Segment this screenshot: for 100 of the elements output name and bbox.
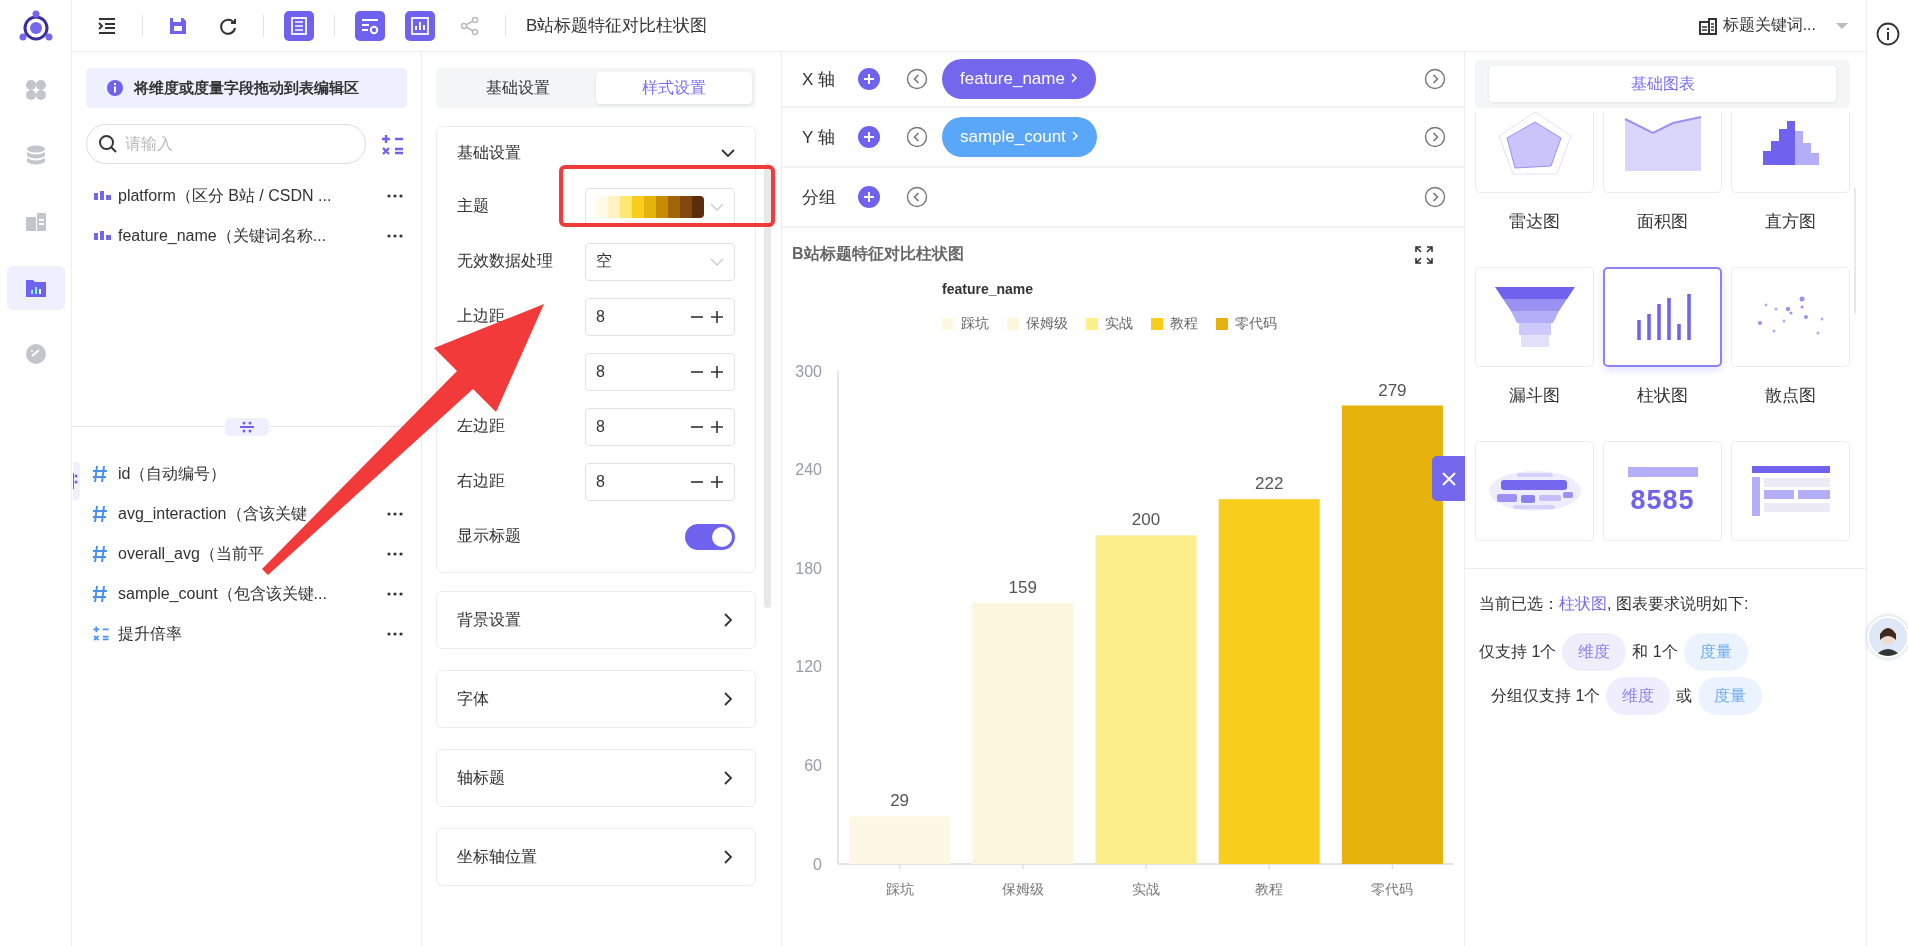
chart-type-card[interactable] [1603, 267, 1722, 367]
field-item[interactable]: overall_avg（当前平 [86, 534, 407, 574]
value-label: 159 [1008, 577, 1037, 597]
settings-card[interactable]: 轴标题 [436, 749, 756, 807]
legend-label[interactable]: 零代码 [1235, 315, 1277, 333]
scrollbar[interactable] [764, 163, 771, 608]
scroll-left-button[interactable] [906, 126, 928, 148]
tick-label: 60 [804, 756, 822, 774]
field-item[interactable]: sample_count（包含该关键... [86, 574, 407, 614]
chevron-down-icon [710, 201, 724, 212]
calculated-field-button[interactable] [380, 132, 405, 156]
legend-label[interactable]: 保姆级 [1026, 315, 1068, 333]
settings-card[interactable]: 坐标轴位置 [436, 828, 756, 886]
select-field[interactable]: 空 [585, 242, 735, 281]
number-type-icon [92, 585, 108, 603]
resize-handle[interactable] [224, 418, 269, 436]
collapse-button[interactable] [1432, 456, 1465, 501]
axis-label: X 轴 [802, 68, 837, 91]
calculator-icon [380, 132, 405, 156]
settings-tab[interactable]: 样式设置 [596, 72, 752, 104]
legend-label[interactable]: 实战 [1105, 315, 1133, 333]
histogram-icon [1762, 121, 1819, 165]
plus-icon[interactable] [710, 364, 724, 379]
more-icon[interactable] [387, 552, 403, 556]
plus-icon[interactable] [710, 309, 724, 324]
chevron-right-icon [1069, 72, 1078, 84]
setting-label: 上边距 [457, 306, 506, 326]
dimension-tag: 维度 [1562, 633, 1627, 671]
plus-icon [858, 186, 880, 208]
number-field[interactable]: 8 [585, 352, 735, 391]
word-cloud-icon [1486, 468, 1583, 514]
more-icon[interactable] [387, 592, 403, 596]
more-icon[interactable] [387, 512, 403, 516]
search-icon [98, 134, 118, 154]
plus-icon[interactable] [710, 474, 724, 489]
number-field[interactable]: 8 [585, 462, 735, 501]
field-item[interactable]: platform（区分 B站 / CSDN ... [86, 176, 407, 216]
kpi-value: 8585 [1630, 484, 1695, 516]
dataset-select[interactable]: 标题关键词... [1698, 15, 1848, 36]
field-item[interactable]: feature_name（关键词名称... [86, 216, 407, 256]
setting-label: 左边距 [457, 416, 506, 436]
note-text: 当前已选： [1479, 593, 1559, 614]
legend-label[interactable]: 踩坑 [961, 315, 989, 333]
tick-label: 120 [795, 658, 822, 676]
field-item[interactable]: 提升倍率 [86, 614, 407, 654]
more-icon[interactable] [387, 632, 403, 636]
dashboard-icon [23, 210, 48, 234]
settings-card[interactable]: 背景设置 [436, 591, 756, 649]
chart-button[interactable] [405, 10, 435, 41]
legend-title: feature_name [942, 281, 1035, 297]
plus-icon[interactable] [710, 419, 724, 434]
chart-category-tab[interactable]: 基础图表 [1489, 66, 1836, 102]
kpi-bar-icon [1627, 466, 1698, 477]
selected-chart-link[interactable]: 柱状图 [1559, 593, 1607, 615]
settings-button[interactable] [355, 10, 385, 41]
rule-text: 仅支持 1个 [1479, 641, 1557, 662]
more-icon[interactable] [387, 194, 403, 198]
scroll-left-button[interactable] [906, 68, 928, 90]
search-field[interactable]: 请输入 [86, 124, 366, 164]
info-button[interactable] [1875, 22, 1900, 46]
legend-label[interactable]: 教程 [1170, 315, 1198, 333]
number-field[interactable]: 8 [585, 297, 735, 336]
chevron-right-icon[interactable] [721, 850, 735, 864]
bar-chart-icon [1634, 294, 1691, 340]
chevron-right-icon[interactable] [721, 771, 735, 785]
table-chart-icon [1751, 466, 1830, 516]
field-chip[interactable]: feature_name [942, 59, 1096, 99]
settings-card[interactable]: 字体 [436, 670, 756, 728]
scroll-right-button[interactable] [1424, 186, 1446, 208]
field-item[interactable]: avg_interaction（含该关键 [86, 494, 407, 534]
list-button[interactable] [284, 10, 314, 41]
panel-handle[interactable] [73, 462, 80, 500]
scroll-right-button[interactable] [1424, 68, 1446, 90]
rule-text: 分组仅支持 1个 [1491, 685, 1601, 706]
scroll-right-button[interactable] [1424, 126, 1446, 148]
chart-type-card[interactable]: 8585 [1603, 441, 1722, 541]
number-field[interactable]: 8 [585, 407, 735, 446]
chevron-down-icon[interactable] [721, 146, 735, 160]
number-type-icon [92, 545, 108, 563]
rule-text: 和 1个 [1632, 641, 1678, 662]
scroll-left-button[interactable] [906, 186, 928, 208]
chart-icon [409, 14, 431, 37]
chevron-right-icon[interactable] [721, 613, 735, 627]
measure-tag: 度量 [1683, 633, 1748, 671]
rail-item[interactable] [6, 266, 65, 310]
settings-tab[interactable]: 基础设置 [440, 72, 596, 104]
more-icon[interactable] [387, 234, 403, 238]
field-item[interactable]: id（自动编号） [86, 454, 407, 494]
add-button[interactable] [858, 186, 880, 208]
add-button[interactable] [858, 126, 880, 148]
list-icon [288, 14, 310, 37]
expand-icon [1414, 244, 1434, 265]
assistant-avatar[interactable] [1866, 616, 1908, 658]
fullscreen-button[interactable] [1414, 244, 1434, 265]
value-label: 29 [890, 791, 910, 811]
add-button[interactable] [858, 68, 880, 90]
number-type-icon [92, 465, 108, 483]
toggle-switch[interactable] [685, 523, 735, 550]
chevron-right-icon[interactable] [721, 692, 735, 706]
category-label: 踩坑 [885, 881, 914, 897]
